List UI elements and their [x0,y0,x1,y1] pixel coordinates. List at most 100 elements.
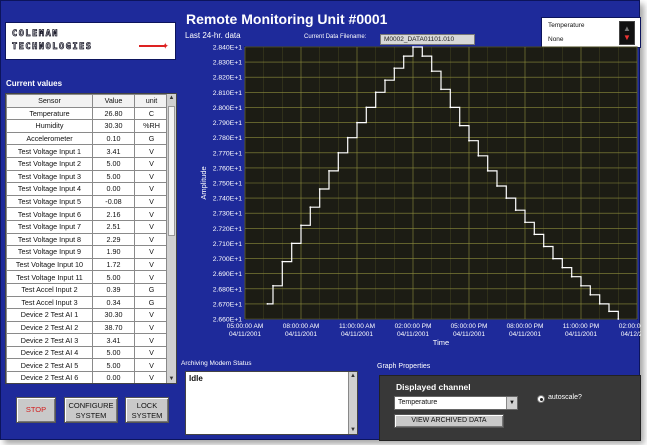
data-point [496,185,498,187]
sensor-unit-cell: V [134,270,169,284]
column-header: Value [92,94,135,108]
table-row: Test Voltage Input 4 0.00 V [6,182,169,196]
configure-system-button[interactable]: CONFIGURE SYSTEM [64,397,118,423]
table-row: Test Voltage Input 11 5.00 V [6,270,169,284]
scroll-down-icon[interactable]: ▼ [167,376,176,382]
data-point [552,257,554,260]
sensor-unit-cell: V [134,245,169,259]
y-tick-label: 2.790E+1 [213,120,243,127]
scroll-up-icon[interactable]: ▲ [349,373,357,379]
sensor-name-cell: Test Voltage Input 7 [6,219,93,234]
sensor-unit-cell: V [134,345,169,360]
lock-system-button[interactable]: LOCK SYSTEM [125,397,169,423]
table-row: Test Voltage Input 6 2.16 V [6,207,169,221]
sensor-value-cell: 30.30 [92,308,135,322]
view-archived-data-label: VIEW ARCHIVED DATA [411,417,487,424]
table-scrollbar[interactable]: ▲ ▼ [166,94,176,383]
sensor-value-cell: 1.90 [92,245,135,259]
data-point [346,136,349,139]
sensor-value-cell: 3.41 [92,144,135,158]
lock-button-label-2: SYSTEM [131,411,163,420]
data-point [393,67,396,70]
scroll-down-icon[interactable]: ▼ [349,427,357,433]
configure-button-label-1: CONFIGURE [68,401,114,410]
y-tick-label: 2.760E+1 [213,165,243,172]
y-tick-label: 2.770E+1 [213,150,243,157]
stop-button[interactable]: STOP [16,397,56,423]
table-row: Test Voltage Input 10 1.72 V [6,257,169,272]
sensor-name-cell: Temperature [6,106,93,121]
x-tick-date: 04/11/2001 [341,331,373,338]
sensor-unit-cell: G [134,295,169,310]
sensor-name-cell: Accelerometer [6,131,93,146]
data-point [281,260,284,263]
logo-line-2: TECHNOLOGIES [12,42,93,53]
sensor-unit-cell: V [134,371,169,383]
data-point [356,121,358,124]
table-row: Device 2 Test AI 2 38.70 V [6,320,169,335]
sensor-name-cell: Device 2 Test AI 1 [6,308,93,322]
data-point [524,221,526,224]
data-point [318,188,321,190]
data-point [598,303,601,305]
logo-line-1: COLEMAN [12,29,60,40]
sensor-unit-cell: V [134,232,169,247]
sensor-value-cell: 2.51 [92,219,135,234]
table-row: Device 2 Test AI 3 3.41 V [6,333,169,347]
data-point [440,88,442,91]
x-tick-date: 04/11/2001 [509,331,541,338]
y-axis-label: Amplitude [199,166,208,199]
table-row: Device 2 Test AI 4 5.00 V [6,345,169,360]
stop-button-label: STOP [25,405,47,414]
scroll-up-icon[interactable]: ▲ [167,95,176,101]
indicator-label: Temperature [548,22,585,29]
data-point [430,70,433,73]
monitor-panel: COLEMAN TECHNOLOGIES ✦ Remote Monitoring… [0,0,647,441]
data-point [290,242,293,245]
graph-properties-label: Graph Properties [377,363,431,370]
data-point [580,284,582,287]
view-archived-data-button[interactable]: VIEW ARCHIVED DATA [394,414,504,428]
data-point [468,139,470,142]
autoscale-label: autoscale? [548,394,582,401]
x-tick-date: 04/11/2001 [397,331,429,338]
sensor-unit-cell: V [134,169,169,184]
data-point [384,79,386,82]
y-tick-label: 2.820E+1 [213,75,243,82]
autoscale-radio[interactable] [537,395,545,403]
sensor-unit-cell: V [134,308,169,322]
table-row: Test Voltage Input 9 1.90 V [6,245,169,259]
x-tick-date: 04/11/2001 [229,331,261,338]
data-point [421,55,424,57]
scroll-thumb[interactable] [168,106,175,236]
sensor-value-cell: 5.00 [92,270,135,284]
y-tick-label: 2.730E+1 [213,211,243,218]
table-row: Test Accel Input 3 0.34 G [6,295,169,310]
status-scrollbar[interactable]: ▲ ▼ [348,372,357,434]
sensor-value-cell: 0.00 [92,371,135,383]
channel-select[interactable]: Temperature ▼ [394,396,518,410]
current-values-table: Sensor Value unit Temperature 26.80 C Humid… [5,93,177,384]
sensor-unit-cell: V [134,257,169,272]
archiving-status-text: Idle [189,374,203,383]
sensor-unit-cell: V [134,144,169,158]
sensor-unit-cell: V [134,358,169,373]
data-point [309,206,312,209]
chart-svg: 2.660E+12.670E+12.680E+12.690E+12.700E+1… [199,45,647,348]
data-point [402,55,405,57]
graph-properties-panel: Displayed channel Temperature ▼ VIEW ARC… [379,375,641,441]
sensor-name-cell: Device 2 Test AI 6 [6,371,93,383]
data-point [542,245,545,248]
x-tick-label: 05:00:00 AM [227,323,264,330]
sensor-value-cell: 38.70 [92,320,135,335]
sensor-name-cell: Device 2 Test AI 2 [6,320,93,335]
x-axis-label: Time [433,338,449,347]
chevron-down-icon[interactable]: ▼ [506,397,517,409]
sensor-unit-cell: %RH [134,119,169,133]
temperature-chart: 2.660E+1 2.670E+1 2.680E+1 2.690E+1 2.700E+1… [181,39,647,361]
sensor-unit-cell: V [134,219,169,234]
sensor-unit-cell: V [134,182,169,196]
channel-select-value: Temperature [398,399,438,406]
x-tick-date: 04/11/2001 [285,331,317,338]
sensor-unit-cell: V [134,320,169,335]
